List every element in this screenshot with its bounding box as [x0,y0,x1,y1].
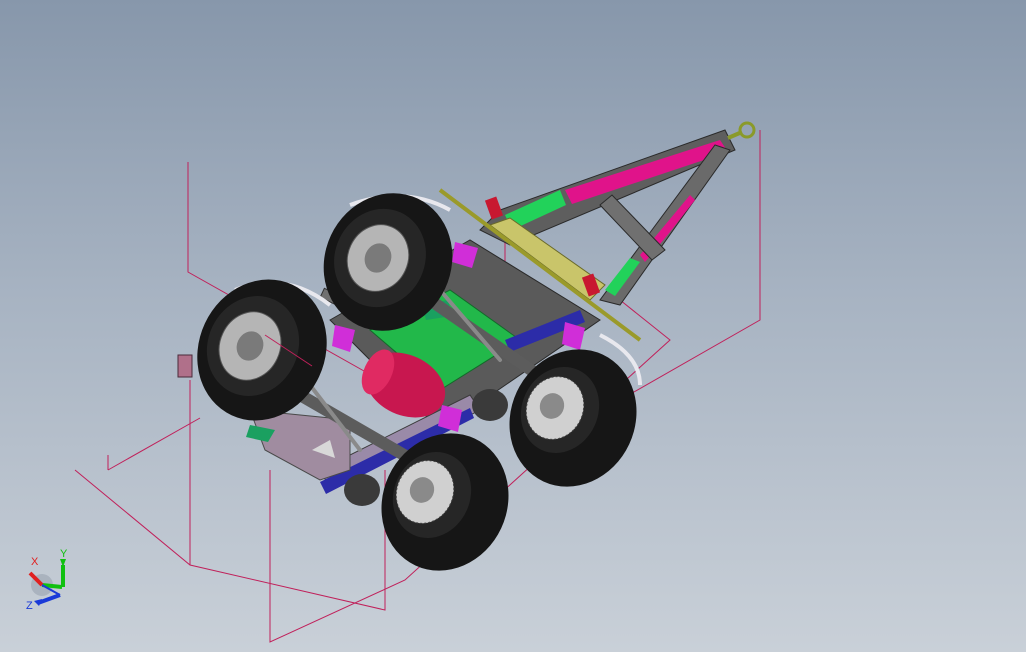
z-axis-arrow-icon [37,593,61,605]
brake-chamber-front [472,389,508,421]
x-axis-label: X [31,556,39,568]
tow-eye-shank [727,130,743,140]
top-plane-outline [74,469,386,611]
3d-model-scene[interactable] [0,0,1026,652]
tow-eye-icon [738,121,756,139]
z-axis-label: Z [26,600,33,612]
reference-triad[interactable]: X Y Z [20,545,80,615]
drawbar-bracket-red-left [484,196,504,220]
rear-light-bracket [177,354,193,378]
graphics-viewport[interactable]: X Y Z [0,0,1026,652]
y-axis-label: Y [60,548,68,560]
plane-edge-b [107,417,201,471]
brake-chamber-rear [344,474,380,506]
